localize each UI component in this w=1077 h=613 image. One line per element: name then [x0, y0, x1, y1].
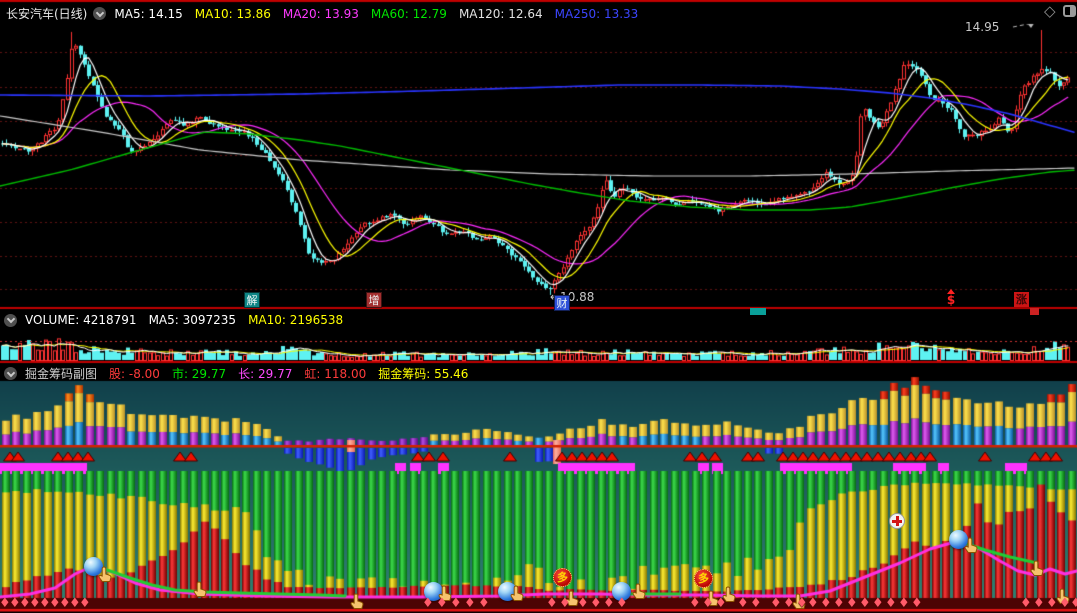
gem-signal-icon: ♦	[546, 596, 558, 611]
gem-signal-icon: ♦	[872, 596, 884, 611]
gem-signal-icon: ♦	[436, 596, 448, 611]
stock-title: 长安汽车(日线)	[6, 7, 88, 21]
dollar-signal-marker[interactable]: $	[944, 289, 958, 307]
gem-signal-icon: ♦	[1046, 596, 1058, 611]
gem-signal-icon: ♦	[820, 596, 832, 611]
gem-signal-icon: ♦	[616, 596, 628, 611]
gem-signal-icon: ♦	[559, 596, 571, 611]
sub-panel-header: 掘金筹码副图 股: -8.00 市: 29.77 长: 29.77 虹: 118…	[4, 365, 480, 382]
gem-signal-icon: ♦	[590, 596, 602, 611]
ma60-legend: MA60: 12.79	[370, 6, 447, 21]
gem-signal-icon: ♦	[796, 596, 808, 611]
hand-signal-icon	[962, 537, 979, 558]
hand-signal-icon	[191, 581, 208, 602]
gem-signal-icon: ♦	[833, 596, 845, 611]
gem-signal-icon: ♦	[783, 596, 795, 611]
sub-val-gu: 股: -8.00	[109, 367, 160, 381]
sub-val-hong: 虹: 118.00	[304, 367, 367, 381]
gem-signal-icon: ♦	[1059, 596, 1071, 611]
panel-layout-icon[interactable]	[1063, 5, 1076, 17]
collapse-chevron-icon[interactable]	[4, 367, 17, 380]
gem-signal-icon: ♦	[79, 596, 91, 611]
ma10-legend: MA10: 13.86	[194, 6, 271, 21]
gem-signal-icon: ♦	[422, 596, 434, 611]
gem-signal-icon: ♦	[689, 596, 701, 611]
trading-app-window: 长安汽车(日线) MA5: 14.15 MA10: 13.86 MA20: 13…	[0, 0, 1077, 613]
sub-val-chang: 长: 29.77	[238, 367, 293, 381]
event-flag-badge[interactable]: 财	[554, 295, 570, 311]
gem-signal-icon: ♦	[737, 596, 749, 611]
hand-signal-icon	[508, 585, 525, 606]
zhang-signal-marker[interactable]: 涨	[1014, 292, 1029, 307]
chart-canvas[interactable]	[0, 0, 1077, 613]
gem-signal-icon: ♦	[1020, 596, 1032, 611]
main-chart-header: 长安汽车(日线) MA5: 14.15 MA10: 13.86 MA20: 13…	[6, 5, 650, 22]
gem-signal-icon: ♦	[464, 596, 476, 611]
indicator-chip-teal[interactable]	[750, 308, 766, 315]
ma5-legend: MA5: 14.15	[114, 6, 183, 21]
sub-val-shi: 市: 29.77	[171, 367, 227, 381]
dollar-label: $	[946, 293, 956, 307]
ma120-legend: MA120: 12.64	[458, 6, 543, 21]
gem-signal-icon: ♦	[859, 596, 871, 611]
sub-val-chouma: 掘金筹码: 55.46	[378, 367, 469, 381]
volume-panel-header: VOLUME: 4218791 MA5: 3097235 MA10: 21965…	[4, 313, 355, 327]
gem-signal-icon: ♦	[478, 596, 490, 611]
gem-signal-icon: ♦	[450, 596, 462, 611]
gem-signal-icon: ♦	[1070, 596, 1077, 611]
hand-signal-icon	[348, 593, 365, 613]
ma250-legend: MA250: 13.33	[554, 6, 639, 21]
indicator-chip-red[interactable]	[1030, 308, 1039, 315]
gem-signal-icon: ♦	[1033, 596, 1045, 611]
gem-signal-icon: ♦	[702, 596, 714, 611]
sub-indicator-title: 掘金筹码副图	[25, 367, 98, 381]
volume-ma5: MA5: 3097235	[148, 313, 237, 327]
duo-bull-badge: 多	[694, 569, 713, 588]
collapse-chevron-icon[interactable]	[93, 7, 107, 20]
medical-cross-badge	[889, 513, 905, 529]
gem-signal-icon: ♦	[577, 596, 589, 611]
ma20-legend: MA20: 13.93	[282, 6, 359, 21]
hand-signal-icon	[96, 566, 113, 587]
duo-bull-badge: 多	[553, 568, 572, 587]
gem-signal-icon: ♦	[885, 596, 897, 611]
gem-signal-icon: ♦	[898, 596, 910, 611]
gem-signal-icon: ♦	[846, 596, 858, 611]
hand-signal-icon	[1028, 560, 1045, 581]
event-flag-badge[interactable]: 增	[366, 292, 382, 308]
volume-value: VOLUME: 4218791	[25, 313, 137, 327]
high-price-annotation: 14.95	[965, 20, 1000, 34]
collapse-chevron-icon[interactable]	[4, 313, 17, 327]
gem-signal-icon: ♦	[715, 596, 727, 611]
gem-signal-icon: ♦	[911, 596, 923, 611]
diamond-marker-icon[interactable]: ◇	[1044, 2, 1056, 20]
gem-signal-icon: ♦	[770, 596, 782, 611]
volume-ma10: MA10: 2196538	[248, 313, 344, 327]
gem-signal-icon: ♦	[750, 596, 762, 611]
hand-signal-icon	[630, 583, 647, 604]
event-flag-badge[interactable]: 解	[244, 292, 260, 308]
gem-signal-icon: ♦	[807, 596, 819, 611]
gem-signal-icon: ♦	[603, 596, 615, 611]
